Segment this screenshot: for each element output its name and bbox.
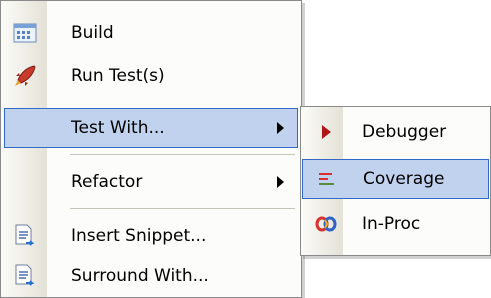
context-menu: Build Run Test(s) Test With... Refactor xyxy=(0,0,302,298)
submenu-arrow-icon xyxy=(277,176,284,188)
submenu-arrow-icon xyxy=(277,122,284,134)
submenu-item-label: Coverage xyxy=(363,169,445,189)
rocket-icon xyxy=(12,63,38,89)
menu-item-label: Run Test(s) xyxy=(71,66,165,86)
submenu-item-coverage[interactable]: Coverage xyxy=(302,159,489,199)
test-with-submenu: Debugger Coverage In-Proc xyxy=(300,106,491,256)
menu-item-test-with[interactable]: Test With... xyxy=(4,108,298,148)
submenu-item-in-proc[interactable]: In-Proc xyxy=(302,203,489,245)
menu-item-build[interactable]: Build xyxy=(2,13,300,53)
menu-item-surround-with[interactable]: Surround With... xyxy=(2,256,300,296)
menu-separator xyxy=(70,208,295,209)
debugger-icon xyxy=(315,121,337,143)
menu-separator xyxy=(70,154,295,155)
coverage-icon xyxy=(316,168,338,190)
snippet-icon xyxy=(12,263,38,289)
submenu-item-label: Debugger xyxy=(362,122,447,142)
submenu-item-label: In-Proc xyxy=(362,214,421,234)
menu-item-label: Surround With... xyxy=(71,266,209,286)
menu-item-insert-snippet[interactable]: Insert Snippet... xyxy=(2,216,300,256)
snippet-icon xyxy=(12,223,38,249)
menu-item-label: Build xyxy=(71,23,114,43)
menu-item-run-tests[interactable]: Run Test(s) xyxy=(2,56,300,96)
menu-item-refactor[interactable]: Refactor xyxy=(2,162,300,202)
submenu-item-debugger[interactable]: Debugger xyxy=(302,111,489,153)
menu-item-label: Refactor xyxy=(71,172,143,192)
menu-item-label: Test With... xyxy=(71,118,165,138)
inproc-icon xyxy=(315,213,337,235)
build-icon xyxy=(12,20,38,46)
menu-item-label: Insert Snippet... xyxy=(71,226,207,246)
